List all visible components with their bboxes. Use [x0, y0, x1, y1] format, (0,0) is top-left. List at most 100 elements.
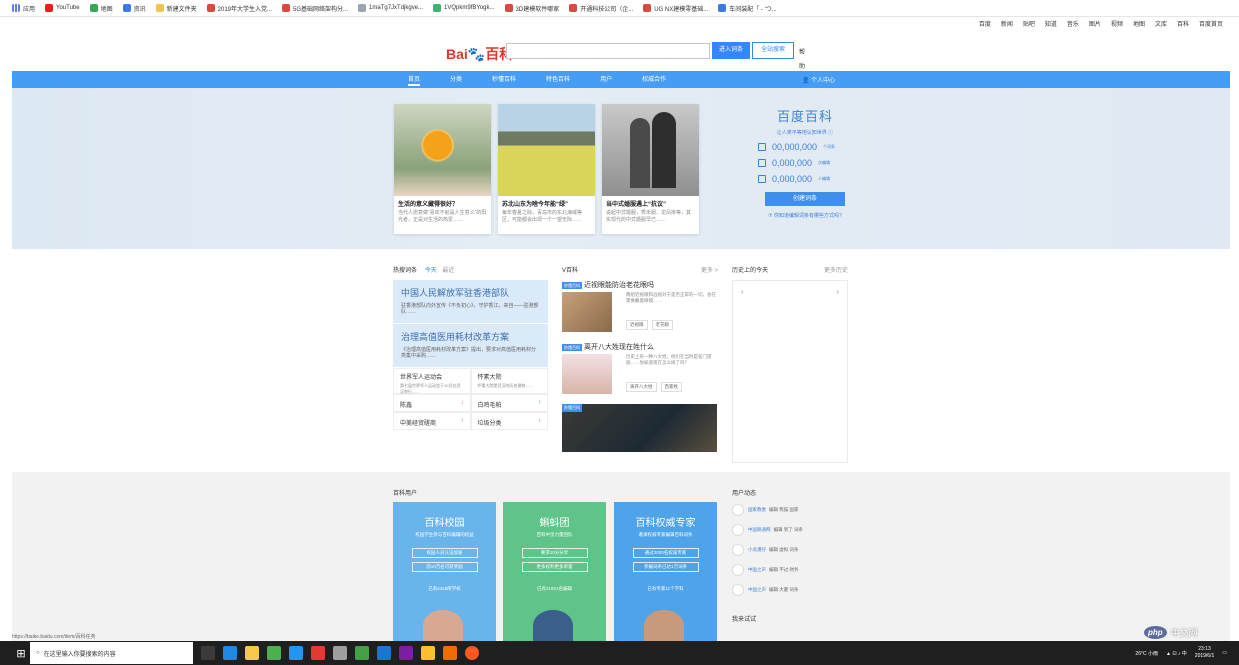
app-icon[interactable] — [311, 646, 325, 660]
feed-item[interactable]: 小龙潘仔 编辑 虚拟 词条 — [732, 540, 848, 560]
hero-card[interactable]: 生活的意义藏得很好？ 当代人愿意做“喜欢不就是人生意义”的阳光者，正是对生活的热… — [394, 104, 491, 234]
chevron-left-icon[interactable]: ‹ — [741, 287, 744, 296]
app-icon[interactable] — [377, 646, 391, 660]
v-item-tag-chip[interactable]: 近视眼 — [626, 320, 648, 330]
hot-item[interactable]: 世界军人运动会 第七届世界军人运动会于10月在武汉举行…… — [393, 368, 471, 394]
feed-user[interactable]: 中国之声 — [748, 567, 766, 572]
file-explorer-icon[interactable] — [245, 646, 259, 660]
card-button[interactable]: 参编词条已达1万词条 — [632, 562, 699, 572]
hot-item[interactable]: 治理高值医用耗材改革方案 《治理高值医用耗材改革方案》提出，要求对高值医用耗材分… — [393, 324, 548, 368]
search-input[interactable] — [506, 43, 710, 59]
hero-card[interactable]: 当中式婚服遇上“抗议” 说起中式婚服，秀禾服、龙凤褂等，其实现代的中式婚服早已…… — [602, 104, 699, 234]
hero-card[interactable]: 苏北山东为啥今年能“绿” 每年春夏之际，青岛市的东北海域等区，可能都会出现一个一… — [498, 104, 595, 234]
hot-item[interactable]: 白鸡毛帕 ↑ — [470, 394, 548, 412]
expert-card[interactable]: 百科权威专家 邀请权威专家编辑百科词条 通过2000名权威专家 参编词条已达1万… — [614, 502, 717, 641]
bookmark-item[interactable]: 1maTg7JxTdjkgve... — [358, 4, 423, 12]
top-nav-link[interactable]: 音乐 — [1067, 19, 1079, 28]
v-list: 秒懂百科 近视眼能防治老花眼吗 两组近视眼和远视对于是否正常的一切，会在需要戴着眼… — [562, 280, 718, 462]
v-more-link[interactable]: 更多 > — [701, 265, 718, 274]
hot-item[interactable]: 怀素大院 怀素大院是武汉的历史建筑…… — [470, 368, 548, 394]
feed-item[interactable]: 国家教委 编辑 熊猫 国家 — [732, 500, 848, 520]
tab-today[interactable]: 今天 — [425, 268, 437, 274]
hot-item[interactable]: 陈鑫 ↓ — [393, 394, 471, 412]
campus-card[interactable]: 百科校园 校园学生参与百科编辑的权益 校园人员认证加速 前10万名可获奖励 已有… — [393, 502, 496, 641]
site-search-button[interactable]: 全站搜索 — [752, 42, 794, 59]
card-button[interactable]: 要求10分分享 — [521, 548, 588, 558]
bookmark-item[interactable]: 新建文件夹 — [155, 4, 197, 13]
bookmark-item[interactable]: 5G基础网络架构分... — [282, 4, 348, 13]
v-item[interactable]: 秒懂百科 — [562, 404, 718, 462]
bookmark-item[interactable]: 3D建模软件哪家 — [504, 4, 559, 13]
v-item-tag-chip[interactable]: 离开八大姓 — [626, 382, 657, 392]
help-link[interactable]: 帮助 — [799, 46, 805, 74]
feed-item[interactable]: 中国之声 编辑 不过 财务 — [732, 560, 848, 580]
top-nav-link[interactable]: 知道 — [1045, 19, 1057, 28]
chevron-right-icon[interactable]: › — [836, 287, 839, 296]
nav-item[interactable]: 秒懂百科 — [492, 74, 516, 86]
bookmark-item[interactable]: YouTube — [45, 4, 80, 12]
feed-user[interactable]: 国家教委 — [748, 507, 766, 512]
feed-user[interactable]: 小龙潘仔 — [748, 547, 766, 552]
nav-item[interactable]: 用户 — [600, 74, 612, 86]
card-button[interactable]: 更多权利更多荣誉 — [521, 562, 588, 572]
tadpole-card[interactable]: 蝌蚪团 百科中坚力量团队 要求10分分享 更多权利更多荣誉 已有21921名编辑 — [503, 502, 606, 641]
feed-item[interactable]: 中国联通网 编辑 到了 词条 — [732, 520, 848, 540]
top-nav-link[interactable]: 新闻 — [1001, 19, 1013, 28]
card-button[interactable]: 校园人员认证加速 — [411, 548, 478, 558]
create-entry-button[interactable]: 创建词条 — [765, 192, 845, 206]
top-nav-link[interactable]: 百科 — [1177, 19, 1189, 28]
windows-start-icon[interactable]: ⊞ — [12, 641, 30, 665]
bookmark-item[interactable]: 车间装配「 - 'つ... — [718, 4, 777, 13]
tray-icons[interactable]: ▲ ⊡ ♪ 中 — [1166, 650, 1187, 657]
edge-icon[interactable] — [223, 646, 237, 660]
edit-methods-link[interactable]: ⑦ 你知道编辑词条有哪些方式吗? — [750, 212, 860, 219]
chrome-icon[interactable] — [465, 646, 479, 660]
top-nav-link[interactable]: 地图 — [1133, 19, 1145, 28]
feed-item[interactable]: 中国之声 编辑 大厦 词条 — [732, 580, 848, 600]
bookmark-item[interactable]: UG NX建模零基础... — [643, 4, 708, 13]
card-button[interactable]: 前10万名可获奖励 — [411, 562, 478, 572]
enter-entry-button[interactable]: 进入词条 — [712, 42, 750, 59]
settings-icon[interactable] — [333, 646, 347, 660]
bookmark-item[interactable]: 资讯 — [122, 4, 146, 13]
notification-icon[interactable]: ▭ — [1222, 650, 1227, 656]
top-nav-link[interactable]: 文库 — [1155, 19, 1167, 28]
top-nav-link[interactable]: 图片 — [1089, 19, 1101, 28]
v-item[interactable]: 秒懂百科 近视眼能防治老花眼吗 两组近视眼和远视对于是否正常的一切，会在需要戴着眼… — [562, 280, 718, 342]
card-button[interactable]: 通过2000名权威专家 — [632, 548, 699, 558]
top-nav-link[interactable]: 百度 — [979, 19, 991, 28]
app-icon[interactable] — [399, 646, 413, 660]
hot-item[interactable]: 中国人民解放军驻香港部队 驻香港部队向外宣传《不负初心》，守护香江，来自——驻港… — [393, 280, 548, 324]
v-item-tag-chip[interactable]: 老花眼 — [651, 320, 673, 330]
user-center-link[interactable]: 👤 个人中心 — [802, 75, 835, 84]
top-nav-link[interactable]: 贴吧 — [1023, 19, 1035, 28]
feed-user[interactable]: 中国联通网 — [748, 527, 771, 532]
store-icon[interactable] — [267, 646, 281, 660]
hot-item[interactable]: 垃圾分类 ↓ — [470, 412, 548, 430]
nav-item[interactable]: 分类 — [450, 74, 462, 86]
wechat-icon[interactable] — [355, 646, 369, 660]
mail-icon[interactable] — [289, 646, 303, 660]
bookmark-item[interactable]: 开通科技公司（企... — [569, 4, 633, 13]
v-item-tag-chip[interactable]: 百家姓 — [660, 382, 682, 392]
bookmark-item[interactable]: 2019年大学生入党... — [206, 4, 272, 13]
clock[interactable]: 23:13 2019/6/1 — [1195, 646, 1214, 660]
top-nav-link[interactable]: 百度首页 — [1199, 19, 1223, 28]
baidu-baike-logo[interactable]: Bai🐾百科 — [446, 44, 513, 64]
taskbar-search[interactable]: ○ 在这里输入你要搜索的内容 — [30, 642, 193, 664]
top-nav-link[interactable]: 视频 — [1111, 19, 1123, 28]
bookmark-item[interactable]: 1VQpkm9fBYogk... — [433, 4, 495, 12]
hot-item[interactable]: 中美经贸磋商 ↑ — [393, 412, 471, 430]
bookmark-item[interactable]: 地图 — [89, 4, 113, 13]
v-item[interactable]: 秒懂百科 离开八大姓现在姓什么 历史上有一种八大姓，他们在当时是名门望族……你知道… — [562, 342, 718, 404]
feed-user[interactable]: 中国之声 — [748, 587, 766, 592]
app-icon[interactable] — [421, 646, 435, 660]
nav-item[interactable]: 特色百科 — [546, 74, 570, 86]
nav-item[interactable]: 首页 — [408, 74, 421, 86]
history-more-link[interactable]: 更多历史 — [824, 265, 848, 274]
task-view-icon[interactable] — [201, 646, 215, 660]
bookmark-item[interactable]: 应用 — [12, 4, 35, 13]
nav-item[interactable]: 权威合作 — [642, 74, 666, 86]
tab-recent[interactable]: 最近 — [442, 268, 454, 274]
app-icon[interactable] — [443, 646, 457, 660]
